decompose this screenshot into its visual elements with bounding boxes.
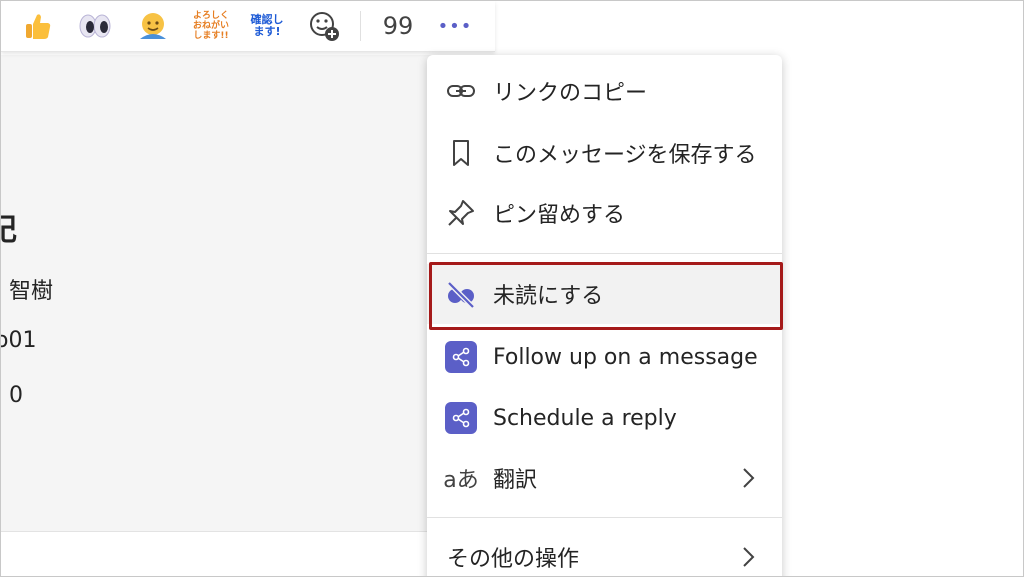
more-options-button[interactable]: •••: [435, 7, 475, 45]
menu-item-follow-up[interactable]: Follow up on a message: [427, 327, 782, 387]
menu-item-translate[interactable]: aあ 翻訳: [427, 448, 782, 508]
menu-item-label: リンクのコピー: [493, 81, 648, 106]
link-icon: [445, 75, 477, 107]
toolbar-separator: [360, 11, 361, 41]
eyes-icon[interactable]: [75, 7, 115, 45]
app-share-icon: [445, 402, 477, 434]
bookmark-icon: [445, 137, 477, 169]
menu-item-label: ピン留めする: [493, 203, 626, 228]
menu-item-label: Follow up on a message: [493, 344, 758, 370]
message-line-id: o01: [1, 328, 37, 353]
menu-item-pin[interactable]: ピン留めする: [427, 183, 782, 243]
app-frame: 記 智樹 o01 0: [0, 0, 1024, 577]
menu-item-schedule-reply[interactable]: Schedule a reply: [427, 388, 782, 448]
add-reaction-icon[interactable]: [304, 7, 344, 45]
menu-item-label: その他の操作: [447, 547, 580, 572]
quote-reply-button[interactable]: 99: [378, 7, 418, 45]
message-card: 記 智樹 o01 0: [1, 55, 441, 532]
menu-item-label: Schedule a reply: [493, 405, 677, 431]
chevron-right-icon: [740, 466, 756, 496]
menu-item-label: 翻訳: [493, 468, 538, 493]
reaction-toolbar: よろしく おねがい します!! 確認し ます! 99 •••: [1, 1, 495, 52]
menu-item-save-message[interactable]: このメッセージを保存する: [427, 123, 782, 183]
thumbs-up-icon[interactable]: [17, 7, 57, 45]
sticker-yoroshiku-icon[interactable]: よろしく おねがい します!!: [191, 7, 231, 45]
translate-icon: aあ: [443, 468, 479, 493]
menu-item-label: このメッセージを保存する: [493, 143, 757, 168]
celebrate-icon[interactable]: [133, 7, 173, 45]
pin-icon: [445, 197, 477, 229]
message-heading: 記: [1, 205, 17, 249]
chevron-right-icon: [740, 545, 756, 575]
menu-item-more-actions[interactable]: その他の操作: [427, 527, 782, 576]
menu-divider: [427, 517, 782, 518]
menu-divider: [427, 253, 782, 254]
menu-item-copy-link[interactable]: リンクのコピー: [427, 61, 782, 121]
message-line-name: 智樹: [9, 279, 54, 304]
message-line-number: 0: [9, 383, 23, 408]
sticker-kakunin-icon[interactable]: 確認し ます!: [247, 7, 287, 45]
highlight-annotation: [429, 262, 783, 330]
app-share-icon: [445, 341, 477, 373]
